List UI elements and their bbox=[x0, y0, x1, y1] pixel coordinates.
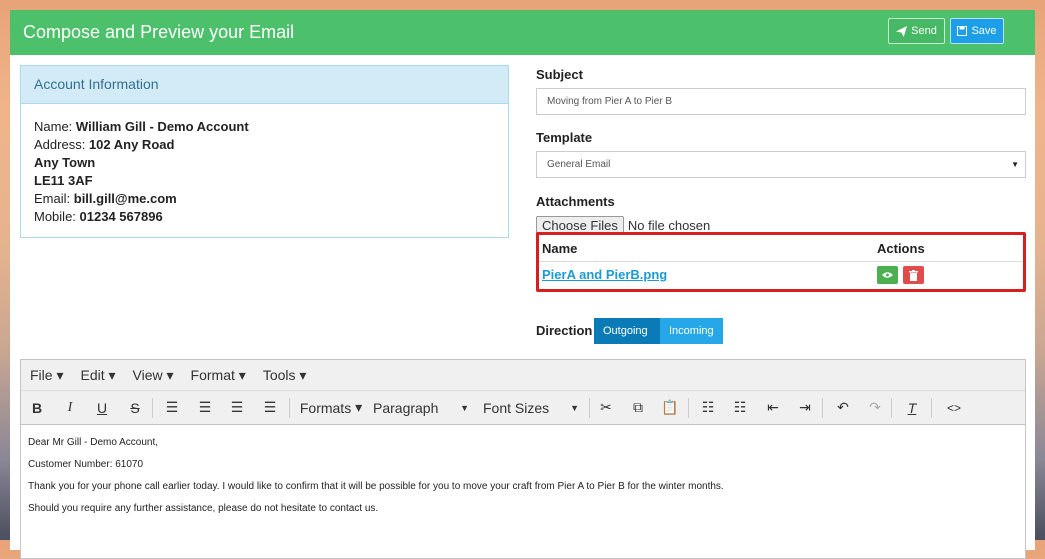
eye-icon bbox=[882, 272, 893, 278]
body-line: Dear Mr Gill - Demo Account, bbox=[28, 437, 159, 448]
font-sizes-dropdown[interactable]: Font Sizes ▼ bbox=[483, 391, 579, 424]
align-center-icon[interactable]: ☰ bbox=[194, 391, 216, 424]
compose-panel: Compose and Preview your Email Send Save… bbox=[10, 10, 1035, 559]
strikethrough-icon[interactable]: S bbox=[124, 391, 146, 424]
paste-icon[interactable]: 📋 bbox=[659, 391, 681, 424]
view-attachment-button[interactable] bbox=[877, 266, 898, 284]
address-label: Address: bbox=[34, 137, 86, 152]
copy-icon[interactable]: ⧉ bbox=[627, 391, 649, 424]
subject-label: Subject bbox=[536, 67, 583, 82]
menu-view[interactable]: View ▾ bbox=[133, 367, 174, 384]
redo-icon[interactable]: ↷ bbox=[864, 391, 886, 424]
trash-icon bbox=[909, 269, 918, 281]
account-email: bill.gill@me.com bbox=[73, 191, 177, 206]
no-file-text: No file chosen bbox=[627, 218, 711, 233]
col-header-actions: Actions bbox=[877, 241, 925, 256]
editor-toolbar: B I U S ☰ ☰ ☰ ☰ Formats ▾ Paragraph ▼ Fon… bbox=[21, 391, 1025, 425]
indent-icon[interactable]: ⇥ bbox=[794, 391, 816, 424]
outdent-icon[interactable]: ⇤ bbox=[762, 391, 784, 424]
page-title: Compose and Preview your Email bbox=[23, 22, 295, 42]
underline-icon[interactable]: U bbox=[91, 391, 113, 424]
numbered-list-icon[interactable]: ☷ bbox=[729, 391, 751, 424]
body-line: Should you require any further assistanc… bbox=[28, 503, 379, 514]
chevron-down-icon: ▼ bbox=[460, 402, 469, 413]
rich-text-editor: File ▾ Edit ▾ View ▾ Format ▾ Tools ▾ B … bbox=[20, 359, 1026, 559]
save-button[interactable]: Save bbox=[950, 18, 1004, 44]
clear-formatting-icon[interactable]: T bbox=[901, 391, 923, 424]
template-select[interactable]: General Email ▼ bbox=[536, 151, 1026, 178]
source-code-icon[interactable]: <> bbox=[941, 391, 967, 424]
attachments-table: Name Actions PierA and PierB.png bbox=[536, 232, 1026, 292]
dropdown-arrow-icon: ▼ bbox=[1011, 160, 1019, 169]
chevron-down-icon: ▼ bbox=[570, 402, 579, 413]
account-mobile: 01234 567896 bbox=[79, 209, 163, 224]
direction-label: Direction bbox=[536, 323, 593, 338]
name-label: Name: bbox=[34, 119, 73, 134]
account-info-title: Account Information bbox=[21, 66, 508, 104]
panel-header: Compose and Preview your Email Send Save bbox=[10, 10, 1035, 55]
menu-file[interactable]: File ▾ bbox=[30, 367, 63, 384]
paper-plane-icon bbox=[896, 25, 908, 37]
cut-icon[interactable]: ✂ bbox=[595, 391, 617, 424]
send-button[interactable]: Send bbox=[888, 18, 945, 44]
attachments-label: Attachments bbox=[536, 194, 615, 209]
template-value: General Email bbox=[547, 159, 611, 170]
subject-input[interactable]: Moving from Pier A to Pier B bbox=[536, 88, 1026, 115]
send-button-label: Send bbox=[911, 25, 937, 37]
menu-format[interactable]: Format ▾ bbox=[191, 367, 246, 384]
floppy-disk-icon bbox=[957, 26, 968, 36]
attachment-link[interactable]: PierA and PierB.png bbox=[542, 267, 667, 282]
save-button-label: Save bbox=[971, 25, 997, 37]
bold-icon[interactable]: B bbox=[26, 391, 48, 424]
italic-icon[interactable]: I bbox=[59, 391, 81, 424]
account-name: William Gill - Demo Account bbox=[75, 119, 249, 134]
address-line-2: Any Town bbox=[34, 155, 96, 170]
account-info-card: Account Information Name: William Gill -… bbox=[20, 65, 509, 238]
undo-icon[interactable]: ↶ bbox=[832, 391, 854, 424]
editor-menubar: File ▾ Edit ▾ View ▾ Format ▾ Tools ▾ bbox=[21, 360, 1025, 391]
menu-tools[interactable]: Tools ▾ bbox=[263, 367, 307, 384]
template-label: Template bbox=[536, 130, 593, 145]
align-left-icon[interactable]: ☰ bbox=[161, 391, 183, 424]
direction-outgoing-button[interactable]: Outgoing bbox=[594, 318, 660, 344]
paragraph-dropdown[interactable]: Paragraph ▼ bbox=[373, 391, 469, 424]
postcode: LE11 3AF bbox=[34, 173, 93, 188]
email-label: Email: bbox=[34, 191, 71, 206]
direction-incoming-button[interactable]: Incoming bbox=[660, 318, 723, 344]
align-justify-icon[interactable]: ☰ bbox=[259, 391, 281, 424]
editor-content[interactable]: Dear Mr Gill - Demo Account, Customer Nu… bbox=[21, 425, 1025, 527]
body-line: Thank you for your phone call earlier to… bbox=[28, 481, 724, 492]
menu-edit[interactable]: Edit ▾ bbox=[80, 367, 115, 384]
body-line: Customer Number: 61070 bbox=[28, 459, 144, 470]
align-right-icon[interactable]: ☰ bbox=[226, 391, 248, 424]
delete-attachment-button[interactable] bbox=[903, 266, 924, 284]
mobile-label: Mobile: bbox=[34, 209, 76, 224]
address-line-1: 102 Any Road bbox=[88, 137, 175, 152]
col-header-name: Name bbox=[542, 241, 578, 256]
direction-toggle: Outgoing Incoming bbox=[594, 318, 723, 344]
formats-dropdown[interactable]: Formats ▾ bbox=[299, 391, 363, 424]
table-divider bbox=[539, 261, 1023, 262]
bullet-list-icon[interactable]: ☷ bbox=[697, 391, 719, 424]
